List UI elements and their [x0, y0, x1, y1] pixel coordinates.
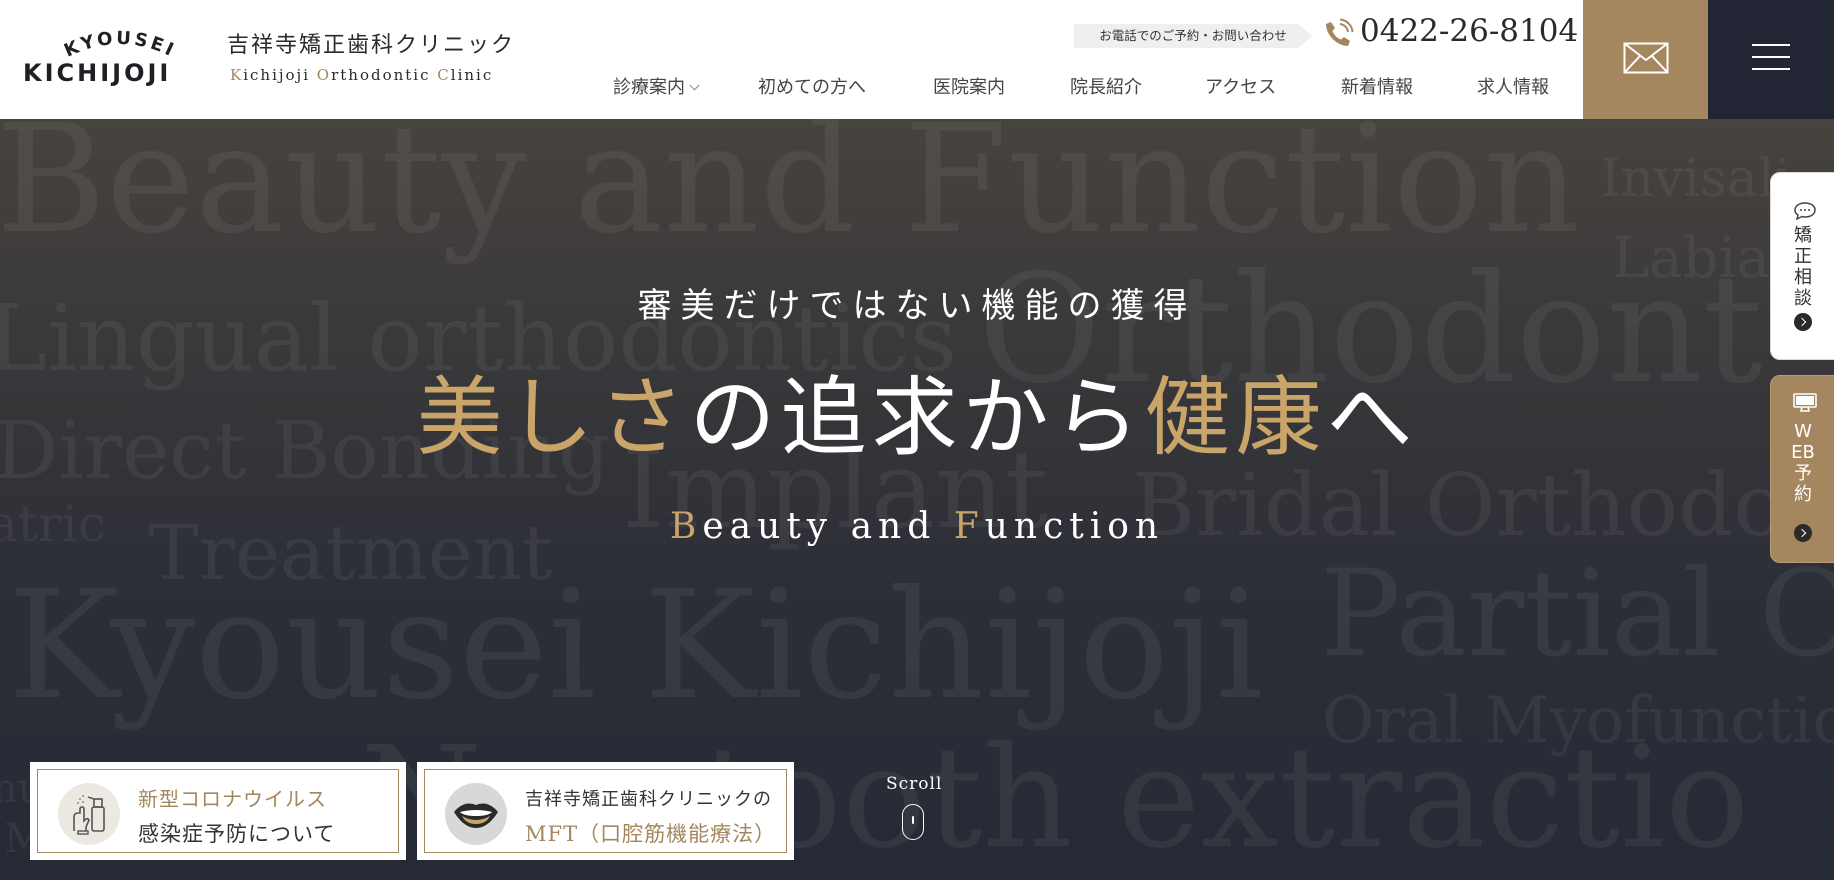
clinic-logo[interactable]: KYOUSEI KICHIJOJI [20, 26, 220, 96]
headline-gold-text: 健康 [1144, 368, 1327, 468]
clinic-name-en-part: rthodontic [331, 66, 438, 84]
consultation-label: 矯正相談 [1794, 225, 1812, 309]
clinic-name-en-part: ichijoji [243, 66, 317, 84]
banner-icon-circle [58, 783, 120, 845]
phone-icon [1326, 18, 1354, 46]
bg-word: Kyousei Kichijoji [8, 559, 1264, 733]
hero-subtitle: 審美だけではない機能の獲得 [637, 286, 1197, 326]
banner-title: 新型コロナウイルス [138, 787, 327, 811]
mouth-lips-icon [454, 803, 498, 828]
bg-word: Beauty and Function [0, 119, 1580, 267]
nav-item-recruit[interactable]: 求人情報 [1477, 73, 1549, 99]
scroll-mouse-icon[interactable] [902, 804, 924, 840]
site-header: KYOUSEI KICHIJOJI 吉祥寺矯正歯科クリニック Kichijoji… [0, 0, 1834, 119]
arrow-right-icon [1794, 524, 1812, 542]
headline-text: の追求から [689, 368, 1145, 468]
nav-item-label: 診療案内 [613, 77, 685, 98]
arrow-right-icon [1794, 313, 1812, 331]
bg-word: Invisali [1600, 149, 1791, 209]
banner-subtitle: MFT（口腔筋機能療法） [525, 822, 777, 846]
hero-section: Beauty and Function Invisali Labia Lingu… [0, 119, 1834, 880]
hero-headline: 美しさの追求から健康へ [0, 347, 1834, 472]
headline-gold-text: 美しさ [416, 368, 690, 468]
svg-text:KYOUSEI: KYOUSEI [61, 28, 179, 60]
consultation-side-tab[interactable]: 矯正相談 [1770, 172, 1834, 360]
bg-word: Partial Or [1320, 545, 1834, 684]
nav-item-first-visit[interactable]: 初めての方へ [758, 73, 866, 99]
clinic-name-en-part: linic [450, 66, 494, 84]
nav-item-access[interactable]: アクセス [1205, 73, 1276, 99]
banner-frame: 吉祥寺矯正歯科クリニックの MFT（口腔筋機能療法） [424, 769, 787, 853]
logo-arc-text: KYOUSEI [61, 28, 179, 60]
phone-label: お電話でのご予約・お問い合わせ [1074, 24, 1312, 48]
chat-bubble-icon [1794, 202, 1816, 221]
hamburger-menu-button[interactable] [1708, 0, 1834, 119]
mft-banner[interactable]: 吉祥寺矯正歯科クリニックの MFT（口腔筋機能療法） [417, 762, 794, 860]
clinic-name-jp[interactable]: 吉祥寺矯正歯科クリニック [227, 27, 515, 59]
scroll-label: Scroll [886, 774, 943, 794]
phone-number-link[interactable]: 0422-26-8104 [1360, 13, 1578, 49]
logo-wordmark: KICHIJOJI [23, 59, 172, 87]
banner-title: 吉祥寺矯正歯科クリニックの [525, 789, 772, 810]
chevron-down-icon [689, 80, 700, 91]
computer-monitor-icon [1793, 393, 1817, 412]
tagline-initial: B [669, 506, 703, 547]
mail-contact-button[interactable] [1583, 0, 1708, 119]
headline-text: へ [1326, 368, 1418, 468]
banner-icon-circle [445, 783, 507, 845]
tagline-initial: F [953, 506, 985, 547]
clinic-name-en-part: K [230, 66, 244, 84]
spray-sanitizer-icon [73, 795, 105, 835]
tagline-text: eauty and [702, 506, 954, 547]
nav-item-treatment[interactable]: 診療案内 [613, 73, 700, 99]
banner-subtitle: 感染症予防について [138, 822, 336, 846]
clinic-name-en-part: O [316, 66, 332, 84]
hero-tagline: Beauty and Function [0, 506, 1834, 547]
nav-item-director[interactable]: 院長紹介 [1070, 73, 1142, 99]
mail-icon [1623, 42, 1669, 74]
nav-item-news[interactable]: 新着情報 [1341, 73, 1413, 99]
covid-prevention-banner[interactable]: 新型コロナウイルス 感染症予防について [30, 762, 406, 860]
banner-frame: 新型コロナウイルス 感染症予防について [37, 769, 399, 853]
nav-item-clinic-info[interactable]: 医院案内 [933, 73, 1005, 99]
clinic-name-en: Kichijoji Orthodontic Clinic [230, 66, 493, 84]
clinic-name-en-part: C [437, 66, 451, 84]
web-reservation-side-tab[interactable]: WEB予約 [1770, 375, 1834, 563]
tagline-text: unction [984, 506, 1165, 547]
web-reservation-label: WEB予約 [1791, 421, 1815, 505]
